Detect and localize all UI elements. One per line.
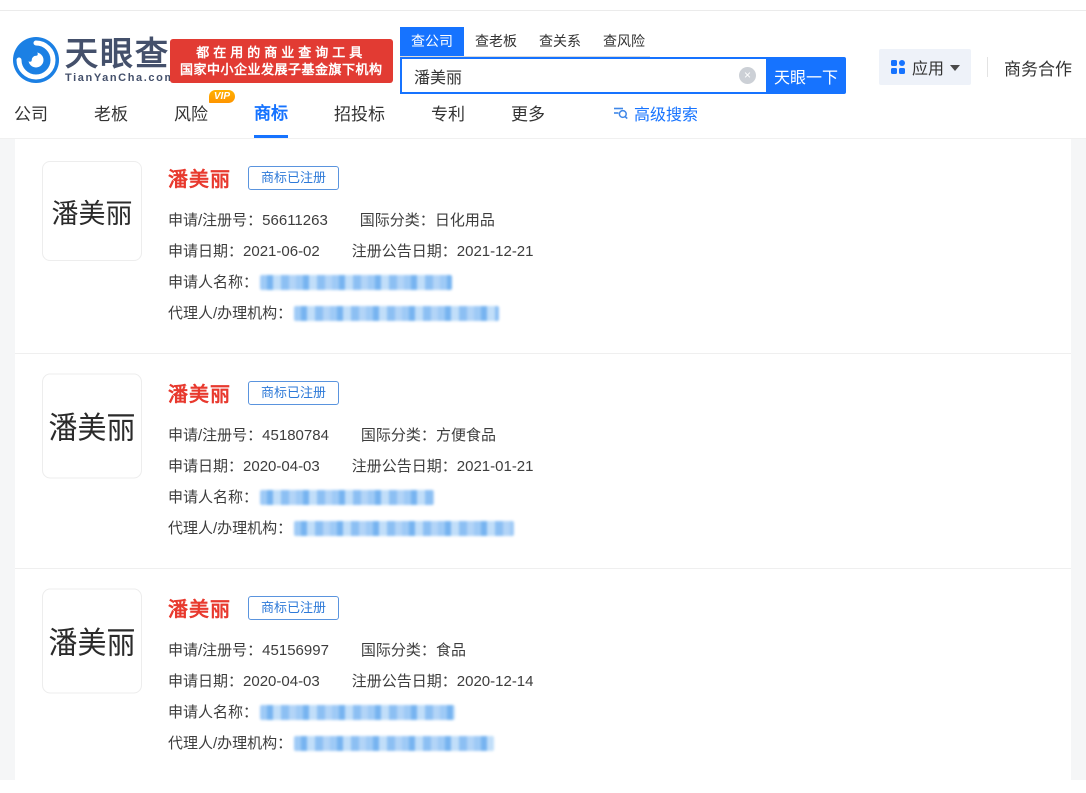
masked-agent-value xyxy=(294,521,514,536)
nav-item-patent[interactable]: 专利 xyxy=(431,87,465,138)
reg-no-value: 45180784 xyxy=(262,426,329,445)
advanced-search-icon xyxy=(613,105,628,120)
apply-date-field: 申请日期：2020-04-03 xyxy=(168,672,320,691)
apps-label: 应用 xyxy=(912,55,944,79)
search-tab-company[interactable]: 查公司 xyxy=(400,27,464,56)
search-tabs: 查公司 查老板 查关系 查风险 xyxy=(400,27,650,57)
trademark-result-item: 潘美丽 潘美丽 商标已注册 申请/注册号：45156997 国际分类：食品 申请… xyxy=(15,568,1071,783)
intl-class-field: 国际分类：方便食品 xyxy=(361,426,496,445)
nav-item-more[interactable]: 更多 xyxy=(511,87,545,138)
clear-search-icon[interactable]: × xyxy=(739,67,756,84)
chevron-down-icon xyxy=(950,65,960,71)
promo-banner: 都在用的商业查询工具 国家中小企业发展子基金旗下机构 xyxy=(170,39,393,83)
status-badge: 商标已注册 xyxy=(248,381,339,405)
agent-field: 代理人/办理机构： xyxy=(168,519,514,538)
search-tab-boss[interactable]: 查老板 xyxy=(464,27,528,56)
nav-item-trademark[interactable]: 商标 xyxy=(254,87,288,138)
reg-no-value: 56611263 xyxy=(262,211,328,230)
nav-item-risk[interactable]: 风险 VIP xyxy=(174,87,208,138)
header-divider xyxy=(987,57,988,77)
status-badge: 商标已注册 xyxy=(248,596,339,620)
announce-date-field: 注册公告日期：2021-12-21 xyxy=(352,242,534,261)
search-tab-relation[interactable]: 查关系 xyxy=(528,27,592,56)
announce-date-value: 2021-01-21 xyxy=(457,457,534,476)
category-nav: 公司 老板 风险 VIP 商标 招投标 专利 更多 高级搜索 xyxy=(0,87,1086,139)
promo-banner-line1: 都在用的商业查询工具 xyxy=(180,44,383,61)
intl-class-value: 食品 xyxy=(436,641,466,660)
intl-class-field: 国际分类：日化用品 xyxy=(360,211,495,230)
applicant-field: 申请人名称： xyxy=(168,703,455,722)
intl-class-value: 方便食品 xyxy=(436,426,496,445)
reg-no-value: 45156997 xyxy=(262,641,329,660)
agent-field: 代理人/办理机构： xyxy=(168,734,494,753)
announce-date-field: 注册公告日期：2020-12-14 xyxy=(352,672,534,691)
promo-banner-line2: 国家中小企业发展子基金旗下机构 xyxy=(180,61,383,78)
applicant-field: 申请人名称： xyxy=(168,273,452,292)
intl-class-field: 国际分类：食品 xyxy=(361,641,466,660)
masked-agent-value xyxy=(294,306,499,321)
applicant-field: 申请人名称： xyxy=(168,488,434,507)
trademark-result-item: 潘美丽 潘美丽 商标已注册 申请/注册号：45180784 国际分类：方便食品 … xyxy=(15,353,1071,568)
nav-item-company[interactable]: 公司 xyxy=(14,87,48,138)
announce-date-value: 2020-12-14 xyxy=(457,672,534,691)
trademark-name-link[interactable]: 潘美丽 xyxy=(168,593,231,622)
business-cooperation-link[interactable]: 商务合作 xyxy=(1004,55,1080,80)
results-panel: 潘美丽 潘美丽 商标已注册 申请/注册号：56611263 国际分类：日化用品 … xyxy=(15,139,1071,780)
search-block: 查公司 查老板 查关系 查风险 × 天眼一下 xyxy=(400,27,846,94)
trademark-thumbnail[interactable]: 潘美丽 xyxy=(42,589,142,694)
apply-date-value: 2021-06-02 xyxy=(243,242,320,261)
apps-button[interactable]: 应用 xyxy=(879,49,971,85)
trademark-result-item: 潘美丽 潘美丽 商标已注册 申请/注册号：56611263 国际分类：日化用品 … xyxy=(15,139,1071,353)
apps-grid-icon xyxy=(890,59,906,75)
agent-field: 代理人/办理机构： xyxy=(168,304,499,323)
reg-no-field: 申请/注册号：56611263 xyxy=(168,211,328,230)
nav-item-boss[interactable]: 老板 xyxy=(94,87,128,138)
logo-domain: TianYanCha.com xyxy=(65,72,176,84)
tianyancha-logo[interactable]: 天眼查 TianYanCha.com xyxy=(13,37,176,84)
trademark-thumbnail[interactable]: 潘美丽 xyxy=(42,161,142,261)
site-header: 天眼查 TianYanCha.com 都在用的商业查询工具 国家中小企业发展子基… xyxy=(0,11,1086,87)
status-badge: 商标已注册 xyxy=(248,166,339,190)
announce-date-value: 2021-12-21 xyxy=(457,242,534,261)
apply-date-field: 申请日期：2020-04-03 xyxy=(168,457,320,476)
apply-date-field: 申请日期：2021-06-02 xyxy=(168,242,320,261)
vip-badge: VIP xyxy=(209,90,235,103)
search-button[interactable]: 天眼一下 xyxy=(766,57,846,94)
results-area: 潘美丽 潘美丽 商标已注册 申请/注册号：56611263 国际分类：日化用品 … xyxy=(0,139,1086,780)
masked-agent-value xyxy=(294,736,494,751)
reg-no-field: 申请/注册号：45180784 xyxy=(168,426,329,445)
intl-class-value: 日化用品 xyxy=(435,211,495,230)
announce-date-field: 注册公告日期：2021-01-21 xyxy=(352,457,534,476)
trademark-name-link[interactable]: 潘美丽 xyxy=(168,163,231,192)
search-tab-risk[interactable]: 查风险 xyxy=(592,27,656,56)
reg-no-field: 申请/注册号：45156997 xyxy=(168,641,329,660)
top-divider xyxy=(0,0,1086,11)
trademark-thumbnail[interactable]: 潘美丽 xyxy=(42,374,142,479)
masked-applicant-value xyxy=(260,490,434,505)
advanced-search-link[interactable]: 高级搜索 xyxy=(613,87,698,138)
trademark-name-link[interactable]: 潘美丽 xyxy=(168,378,231,407)
logo-title: 天眼查 xyxy=(65,37,176,71)
masked-applicant-value xyxy=(260,705,455,720)
tianyancha-logo-icon xyxy=(13,37,59,83)
masked-applicant-value xyxy=(260,275,452,290)
apply-date-value: 2020-04-03 xyxy=(243,672,320,691)
apply-date-value: 2020-04-03 xyxy=(243,457,320,476)
nav-item-bidding[interactable]: 招投标 xyxy=(334,87,385,138)
